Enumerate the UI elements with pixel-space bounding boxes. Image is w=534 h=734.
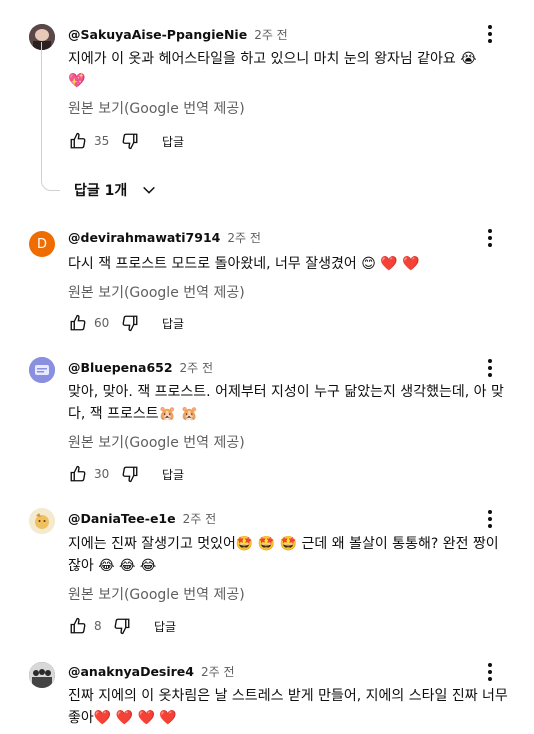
reply-button[interactable]: 답글 — [162, 315, 184, 332]
comment-time[interactable]: 2주 전 — [180, 359, 214, 376]
thumb-down-icon[interactable] — [120, 131, 140, 151]
comment-author[interactable]: @anaknyaDesire4 — [68, 664, 194, 679]
more-actions-button[interactable] — [480, 22, 500, 46]
comment-time[interactable]: 2주 전 — [201, 663, 235, 680]
comment-time[interactable]: 2주 전 — [183, 510, 217, 527]
thumb-up-icon[interactable] — [68, 313, 88, 333]
thread-connector — [41, 42, 60, 191]
reply-button[interactable]: 답글 — [154, 618, 176, 635]
avatar[interactable]: D — [29, 231, 55, 257]
more-actions-button[interactable] — [480, 507, 500, 531]
avatar-image-icon — [29, 357, 55, 383]
thumb-up-icon[interactable] — [68, 616, 88, 636]
reply-button[interactable]: 답글 — [162, 133, 184, 150]
like-count: 35 — [94, 134, 110, 148]
see-original-link[interactable]: 원본 보기(Google 번역 제공) — [68, 282, 245, 302]
view-replies-button[interactable]: 답글 1개 — [74, 178, 157, 202]
more-actions-button[interactable] — [480, 356, 500, 380]
avatar[interactable] — [29, 357, 55, 383]
thumb-down-icon[interactable] — [112, 616, 132, 636]
comment-text: 지에는 진짜 잘생기고 멋있어🤩 🤩 🤩 근데 왜 볼살이 통통해? 완전 짱이… — [68, 536, 499, 574]
chevron-down-icon — [143, 186, 156, 194]
like-count: 30 — [94, 467, 110, 481]
comment-text: 맞아, 맞아. 잭 프로스트. 어제부터 지성이 누구 닮았는지 생각했는데, … — [68, 384, 504, 422]
comment-author[interactable]: @Bluepena652 — [68, 360, 173, 375]
thumb-up-icon[interactable] — [68, 464, 88, 484]
reply-button[interactable]: 답글 — [162, 466, 184, 483]
avatar[interactable] — [29, 662, 55, 688]
avatar-image-icon — [29, 508, 55, 534]
comment-text: 진짜 지에의 이 옷차림은 날 스트레스 받게 만들어, 지에의 스타일 진짜 … — [68, 688, 508, 726]
more-actions-button[interactable] — [480, 226, 500, 250]
comment-time[interactable]: 2주 전 — [227, 229, 261, 246]
thumb-down-icon[interactable] — [120, 313, 140, 333]
comment-author[interactable]: @devirahmawati7914 — [68, 230, 220, 245]
like-count: 8 — [94, 619, 102, 633]
avatar-letter: D — [36, 236, 47, 252]
comment-text: 지에가 이 옷과 헤어스타일을 하고 있으니 마치 눈의 왕자님 같아요 😭💖 — [68, 51, 477, 89]
comment-author[interactable]: @DaniaTee-e1e — [68, 511, 176, 526]
see-original-link[interactable]: 원본 보기(Google 번역 제공) — [68, 432, 245, 452]
more-actions-button[interactable] — [480, 660, 500, 684]
see-original-link[interactable]: 원본 보기(Google 번역 제공) — [68, 584, 245, 604]
avatar[interactable] — [29, 508, 55, 534]
thumb-up-icon[interactable] — [68, 131, 88, 151]
like-count: 60 — [94, 316, 110, 330]
comment-text: 다시 잭 프로스트 모드로 돌아왔네, 너무 잘생겼어 😊 ❤️ ❤️ — [68, 256, 420, 272]
replies-count-label: 답글 1개 — [74, 183, 128, 199]
see-original-link[interactable]: 원본 보기(Google 번역 제공) — [68, 98, 245, 118]
thumb-down-icon[interactable] — [120, 464, 140, 484]
avatar-image-icon — [29, 662, 55, 688]
comment-time[interactable]: 2주 전 — [254, 26, 288, 43]
comment-author[interactable]: @SakuyaAise-PpangieNie — [68, 27, 247, 42]
